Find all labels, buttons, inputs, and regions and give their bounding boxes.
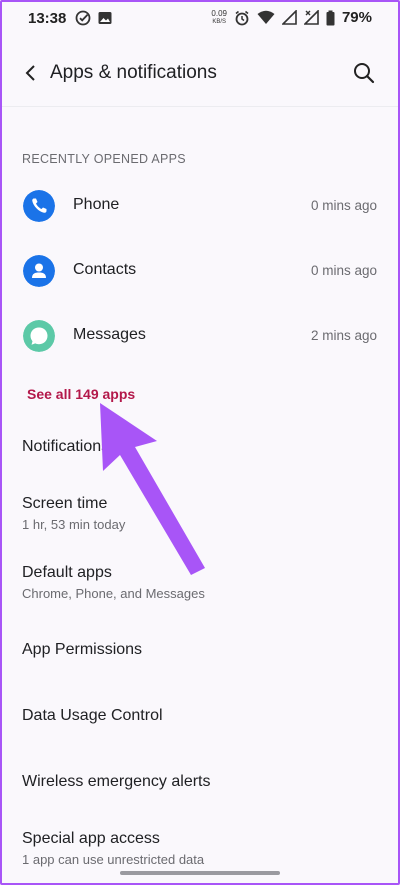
image-icon: [98, 12, 112, 24]
setting-title: Notifications: [22, 438, 110, 455]
setting-subtitle: Chrome, Phone, and Messages: [22, 586, 205, 601]
contacts-icon: [23, 255, 55, 287]
setting-wireless-emergency-alerts[interactable]: Wireless emergency alerts: [22, 773, 211, 791]
alarm-icon: [235, 10, 249, 25]
recent-app-phone[interactable]: Phone 0 mins ago: [0, 178, 400, 234]
setting-subtitle: 1 hr, 53 min today: [22, 517, 126, 532]
app-bar-divider: [0, 106, 400, 107]
setting-title: Screen time: [22, 495, 108, 512]
recent-app-messages[interactable]: Messages 2 mins ago: [0, 308, 400, 364]
status-time: 13:38: [28, 10, 67, 27]
app-last-opened: 0 mins ago: [310, 198, 377, 213]
setting-data-usage-control[interactable]: Data Usage Control: [22, 707, 163, 725]
app-name: Phone: [73, 196, 120, 213]
battery-icon: [326, 10, 335, 25]
recent-app-contacts[interactable]: Contacts 0 mins ago: [0, 243, 400, 299]
section-header-recent-apps: RECENTLY OPENED APPS: [22, 152, 186, 166]
back-arrow-icon[interactable]: [20, 62, 42, 84]
status-bar: 13:38 0.09 KB/S 79%: [0, 0, 400, 38]
phone-icon: [23, 190, 55, 222]
network-speed: 0.09 KB/S: [211, 8, 227, 25]
setting-subtitle: 1 app can use unrestricted data: [22, 852, 205, 867]
signal-no-service-icon: [303, 10, 319, 25]
see-all-apps-link[interactable]: See all 149 apps: [27, 386, 135, 402]
app-name: Contacts: [73, 261, 137, 278]
setting-default-apps[interactable]: Default apps Chrome, Phone, and Messages: [22, 564, 205, 601]
battery-percent: 79%: [341, 9, 372, 26]
setting-app-permissions[interactable]: App Permissions: [22, 641, 142, 659]
page-title: Apps & notifications: [50, 62, 217, 83]
setting-title: Default apps: [22, 564, 112, 581]
search-icon[interactable]: [352, 61, 376, 85]
signal-icon: [281, 10, 297, 25]
setting-screen-time[interactable]: Screen time 1 hr, 53 min today: [22, 495, 125, 532]
gesture-navigation-handle[interactable]: [120, 871, 280, 875]
setting-title: App Permissions: [22, 641, 143, 658]
setting-title: Wireless emergency alerts: [22, 773, 211, 790]
setting-title: Special app access: [22, 830, 160, 847]
app-last-opened: 0 mins ago: [310, 263, 377, 278]
check-circle-icon: [75, 10, 91, 26]
app-bar: Apps & notifications: [0, 46, 400, 102]
app-last-opened: 2 mins ago: [310, 328, 377, 343]
messages-icon: [23, 320, 55, 352]
setting-notifications[interactable]: Notifications: [22, 438, 109, 456]
app-name: Messages: [73, 326, 146, 343]
setting-title: Data Usage Control: [22, 707, 163, 724]
setting-special-app-access[interactable]: Special app access 1 app can use unrestr…: [22, 830, 204, 867]
wifi-icon: [257, 10, 275, 24]
